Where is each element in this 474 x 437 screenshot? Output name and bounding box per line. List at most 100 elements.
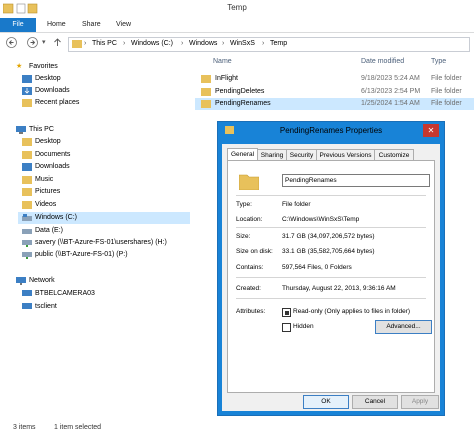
nav-item-label: Data (E:) (35, 227, 64, 234)
list-item[interactable]: InFlight 9/18/2023 5:24 AM File folder (195, 73, 474, 85)
nav-item-music[interactable]: Music (22, 174, 186, 186)
advanced-button[interactable]: Advanced... (375, 320, 432, 334)
nav-item-label: Desktop (35, 75, 61, 82)
ribbon-tab-view[interactable]: View (116, 18, 131, 32)
recent-places-icon (22, 99, 32, 107)
close-button[interactable]: ✕ (423, 124, 439, 137)
nav-item-documents[interactable]: Documents (22, 149, 186, 161)
nav-this-pc[interactable]: This PC (16, 124, 186, 136)
drive-icon (22, 229, 32, 234)
title-bar: Temp (0, 0, 474, 18)
hidden-checkbox[interactable] (282, 323, 291, 332)
file-date: 6/13/2023 2:54 PM (361, 88, 421, 95)
up-button[interactable] (52, 37, 63, 48)
nav-item-windows-c[interactable]: Windows (C:) (18, 212, 190, 224)
nav-item-downloads[interactable]: Downloads (22, 161, 186, 173)
nav-item-desktop[interactable]: Desktop (22, 136, 186, 148)
nav-item-recent-places[interactable]: Recent places (22, 97, 186, 109)
contains-value: 597,564 Files, 0 Folders (282, 264, 352, 271)
drive-icon (22, 214, 32, 221)
location-label: Location: (236, 216, 263, 223)
read-only-label: Read-only (Only applies to files in fold… (293, 308, 411, 315)
nav-item-label: Documents (35, 151, 71, 158)
read-only-checkbox[interactable] (282, 308, 291, 317)
network-icon (16, 277, 26, 285)
folder-icon (22, 151, 32, 159)
size-on-disk-label: Size on disk: (236, 248, 273, 255)
forward-button[interactable] (27, 37, 38, 48)
network-drive-icon (22, 240, 32, 247)
recent-locations-icon[interactable]: ▾ (42, 38, 46, 46)
star-icon: ★ (16, 63, 23, 70)
size-label: Size: (236, 233, 251, 240)
created-label: Created: (236, 285, 261, 292)
nav-item-label: Downloads (35, 163, 70, 170)
nav-item-label: Videos (35, 201, 57, 208)
ribbon-tab-home[interactable]: Home (47, 18, 66, 32)
videos-icon (22, 201, 32, 209)
attributes-label: Attributes: (236, 308, 266, 315)
selection-count: 1 item selected (54, 424, 102, 431)
folder-icon (22, 138, 32, 146)
nav-item-label: Desktop (35, 138, 61, 145)
close-icon: ✕ (427, 126, 435, 135)
apply-button[interactable]: Apply (401, 395, 439, 409)
general-panel: PendingRenames Type: File folder Locatio… (227, 160, 435, 393)
nav-item-btbelcamera03[interactable]: BTBELCAMERA03 (22, 288, 186, 300)
type-label: Type: (236, 201, 252, 208)
folder-name-input[interactable]: PendingRenames (282, 174, 430, 187)
nav-item-public-p[interactable]: public (\\BT-Azure-FS-01) (P:) (22, 249, 186, 261)
network-drive-icon (22, 252, 32, 259)
nav-item-label: Pictures (35, 188, 61, 195)
computer-icon (22, 290, 32, 296)
back-button[interactable] (6, 37, 17, 48)
column-header-type[interactable]: Type (431, 55, 446, 68)
nav-favorites[interactable]: ★ Favorites (16, 61, 186, 73)
forward-arrow-icon (27, 37, 38, 48)
breadcrumb-windows[interactable]: Windows (189, 37, 217, 50)
dialog-body: General Sharing Security Previous Versio… (222, 144, 440, 411)
list-item-selected[interactable]: PendingRenames 1/25/2024 1:54 AM File fo… (195, 98, 474, 110)
ribbon-tab-share[interactable]: Share (82, 18, 101, 32)
music-icon (22, 176, 32, 184)
nav-item-downloads-fav[interactable]: Downloads (22, 85, 186, 97)
breadcrumb-temp[interactable]: Temp (270, 37, 287, 50)
breadcrumb-winsxs[interactable]: WinSxS (230, 37, 255, 50)
list-item[interactable]: PendingDeletes 6/13/2023 2:54 PM File fo… (195, 86, 474, 98)
dialog-title: PendingRenames Properties (279, 126, 383, 135)
breadcrumb-this-pc[interactable]: This PC (92, 37, 117, 50)
ribbon-tab-file[interactable]: File (0, 18, 36, 32)
nav-item-videos[interactable]: Videos (22, 199, 186, 211)
nav-network-label: Network (29, 277, 55, 284)
nav-item-label: tsclient (35, 303, 57, 310)
cancel-button[interactable]: Cancel (352, 395, 398, 409)
window-title: Temp (227, 3, 247, 12)
folder-icon (239, 174, 259, 190)
breadcrumb-windows-c[interactable]: Windows (C:) (131, 37, 173, 50)
downloads-icon (22, 163, 32, 171)
folder-icon (201, 88, 211, 96)
nav-item-savery-h[interactable]: savery (\\BT-Azure-FS-01\usershares) (H:… (22, 237, 190, 249)
ok-button[interactable]: OK (303, 395, 349, 409)
nav-item-tsclient[interactable]: tsclient (22, 301, 186, 313)
nav-item-data-e[interactable]: Data (E:) (22, 225, 186, 237)
file-type: File folder (431, 75, 462, 82)
address-bar[interactable] (68, 37, 470, 52)
file-name: PendingRenames (215, 100, 271, 107)
nav-item-label: BTBELCAMERA03 (35, 290, 95, 297)
type-value: File folder (282, 201, 311, 208)
nav-favorites-label: Favorites (29, 63, 58, 70)
column-header-date[interactable]: Date modified (361, 55, 404, 68)
item-count: 3 items (13, 424, 36, 431)
nav-item-desktop-fav[interactable]: Desktop (22, 73, 186, 85)
nav-item-label: Recent places (35, 99, 80, 106)
folder-icon (72, 40, 82, 48)
column-header-name[interactable]: Name (213, 55, 232, 68)
nav-network[interactable]: Network (16, 275, 186, 287)
downloads-icon (22, 87, 32, 95)
nav-item-label: savery (\\BT-Azure-FS-01\usershares) (H:… (35, 239, 167, 246)
up-arrow-icon (54, 38, 61, 46)
hidden-label: Hidden (293, 323, 314, 330)
nav-item-pictures[interactable]: Pictures (22, 186, 186, 198)
file-date: 1/25/2024 1:54 AM (361, 100, 420, 107)
